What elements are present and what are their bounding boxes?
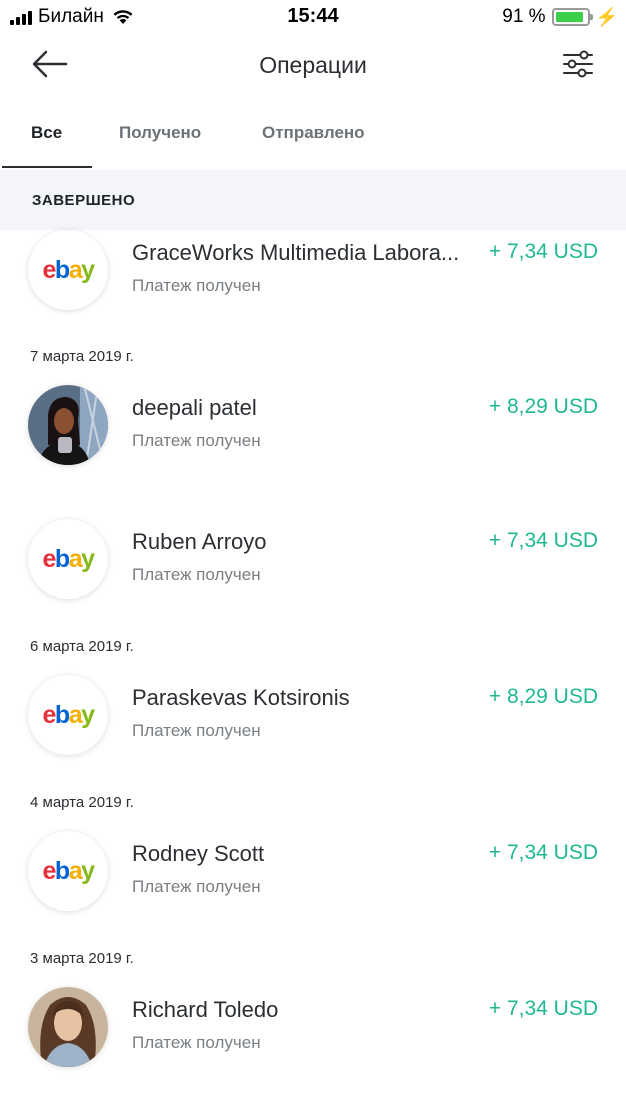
- transaction-name: Rodney Scott: [132, 841, 265, 866]
- transaction-name: Paraskevas Kotsironis: [132, 685, 350, 710]
- ebay-logo: ebay: [28, 519, 108, 599]
- ebay-logo: ebay: [28, 831, 108, 911]
- charging-icon: ⚡: [595, 6, 618, 27]
- transaction-status: Платеж получен: [132, 1033, 261, 1052]
- ebay-wordmark: ebay: [42, 856, 96, 885]
- tab-sent[interactable]: Отправлено: [262, 123, 365, 143]
- date-header: 6 марта 2019 г.: [30, 638, 134, 655]
- transaction-amount: + 7,34 USD: [488, 240, 598, 263]
- transaction-amount: + 8,29 USD: [488, 395, 598, 418]
- transaction-amount: + 8,29 USD: [488, 685, 598, 708]
- transaction-name: Ruben Arroyo: [132, 529, 267, 554]
- avatar-photo: [28, 385, 108, 465]
- battery-icon: [551, 8, 593, 26]
- section-header: ЗАВЕРШЕНО: [0, 170, 626, 230]
- ebay-wordmark: ebay: [42, 700, 96, 729]
- active-tab-indicator: [2, 166, 92, 168]
- transaction-row[interactable]: ebay Paraskevas Kotsironis Платеж получе…: [0, 675, 626, 765]
- transaction-name: deepali patel: [132, 395, 257, 420]
- battery-percent: 91 %: [502, 6, 546, 27]
- transaction-row[interactable]: ebay GraceWorks Multimedia Labora... Пла…: [0, 230, 626, 320]
- transaction-amount: + 7,34 USD: [488, 841, 598, 864]
- avatar-photo: [28, 987, 108, 1067]
- filter-button[interactable]: [560, 48, 596, 80]
- transaction-row[interactable]: ebay Rodney Scott Платеж получен + 7,34 …: [0, 831, 626, 921]
- nav-bar: Операции: [0, 34, 626, 98]
- transaction-name: GraceWorks Multimedia Labora...: [132, 240, 460, 265]
- status-bar: Билайн 15:44 91 % ⚡: [0, 0, 626, 34]
- ebay-wordmark: ebay: [42, 544, 96, 573]
- date-header: 4 марта 2019 г.: [30, 794, 134, 811]
- tab-all[interactable]: Все: [31, 123, 62, 143]
- transaction-amount: + 7,34 USD: [488, 529, 598, 552]
- transaction-status: Платеж получен: [132, 721, 261, 740]
- tabs-bar: Все Получено Отправлено: [0, 98, 626, 170]
- battery-fill: [555, 12, 583, 22]
- transaction-row[interactable]: Richard Toledo Платеж получен + 7,34 USD: [0, 987, 626, 1077]
- status-right: 91 % ⚡: [502, 6, 618, 28]
- person-photo-icon: [28, 385, 108, 465]
- ebay-logo: ebay: [28, 675, 108, 755]
- transaction-status: Платеж получен: [132, 565, 261, 584]
- transaction-name: Richard Toledo: [132, 997, 279, 1022]
- transaction-status: Платеж получен: [132, 276, 261, 295]
- tab-received[interactable]: Получено: [119, 123, 201, 143]
- transaction-status: Платеж получен: [132, 431, 261, 450]
- sliders-icon: [563, 50, 593, 78]
- date-header: 7 марта 2019 г.: [30, 348, 134, 365]
- section-label: ЗАВЕРШЕНО: [32, 192, 136, 209]
- transaction-row[interactable]: ebay Ruben Arroyo Платеж получен + 7,34 …: [0, 519, 626, 609]
- date-header: 3 марта 2019 г.: [30, 950, 134, 967]
- ebay-logo: ebay: [28, 230, 108, 310]
- ebay-wordmark: ebay: [42, 255, 96, 284]
- transaction-amount: + 7,34 USD: [488, 997, 598, 1020]
- person-photo-icon: [28, 987, 108, 1067]
- page-title: Операции: [259, 52, 367, 78]
- transaction-status: Платеж получен: [132, 877, 261, 896]
- transaction-row[interactable]: deepali patel Платеж получен + 8,29 USD: [0, 385, 626, 475]
